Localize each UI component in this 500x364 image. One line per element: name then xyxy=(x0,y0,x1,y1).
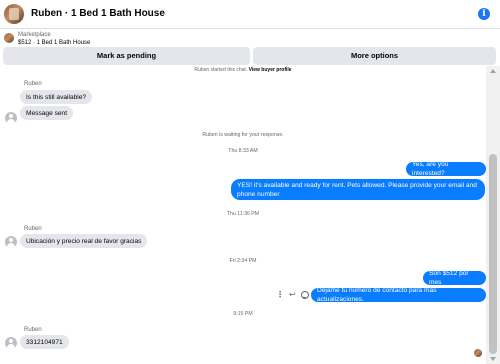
listing-source-label: Marketplace xyxy=(18,32,51,38)
outgoing-message[interactable]: YES! it's available and ready for rent. … xyxy=(231,179,485,200)
sender-name: Ruben xyxy=(24,327,42,333)
more-vertical-icon[interactable]: ⋮ xyxy=(276,290,284,300)
view-buyer-profile-link[interactable]: View buyer profile xyxy=(249,67,292,73)
timestamp: Thu 8:33 AM xyxy=(228,148,258,154)
waiting-notice: Ruben is waiting for your response. xyxy=(202,132,284,138)
scroll-down-icon[interactable] xyxy=(490,357,496,361)
chat-title[interactable]: Ruben · 1 Bed 1 Bath House xyxy=(31,8,165,19)
thread-scrollbar[interactable] xyxy=(486,66,500,364)
scrollbar-thumb[interactable] xyxy=(489,154,497,354)
message-actions: ⋮ ↩ xyxy=(276,290,309,300)
scroll-up-icon[interactable] xyxy=(490,69,496,73)
timestamp: Fri 2:34 PM xyxy=(229,258,257,264)
listing-thumbnail[interactable] xyxy=(4,33,14,43)
incoming-message[interactable]: Ubicación y precio real de favor gracias xyxy=(20,234,148,248)
message-thread: Ruben started this chat. View buyer prof… xyxy=(0,66,486,364)
sender-name: Ruben xyxy=(24,81,42,87)
react-emoji-icon[interactable] xyxy=(300,291,309,299)
sender-avatar[interactable] xyxy=(5,112,17,124)
incoming-message[interactable]: 3312104971 xyxy=(20,335,69,349)
mark-as-pending-button[interactable]: Mark as pending xyxy=(3,47,250,65)
info-icon[interactable]: i xyxy=(478,8,490,20)
incoming-message[interactable]: Message sent xyxy=(20,106,74,120)
timestamp: Thu 11:36 PM xyxy=(226,211,260,217)
outgoing-message[interactable]: Déjame tu número de contacto para más ac… xyxy=(311,287,486,303)
chat-started-notice: Ruben started this chat. View buyer prof… xyxy=(194,67,292,73)
sender-name: Ruben xyxy=(24,226,42,232)
sender-avatar[interactable] xyxy=(5,236,17,248)
sender-avatar[interactable] xyxy=(5,337,17,349)
outgoing-message[interactable]: Son $512 por mes xyxy=(423,270,486,286)
listing-price-title[interactable]: $512 · 1 Bed 1 Bath House xyxy=(18,40,90,46)
chat-header: Ruben · 1 Bed 1 Bath House i xyxy=(0,0,500,29)
read-receipt-avatar xyxy=(474,349,482,357)
listing-actions: Mark as pending More options xyxy=(0,47,500,68)
timestamp: 9:15 PM xyxy=(233,311,253,317)
outgoing-message[interactable]: Yes, are you interested? xyxy=(406,161,486,177)
incoming-message[interactable]: Is this still available? xyxy=(20,90,93,104)
reply-icon[interactable]: ↩ xyxy=(289,290,296,300)
listing-avatar[interactable] xyxy=(4,4,24,24)
more-options-button[interactable]: More options xyxy=(253,47,496,65)
